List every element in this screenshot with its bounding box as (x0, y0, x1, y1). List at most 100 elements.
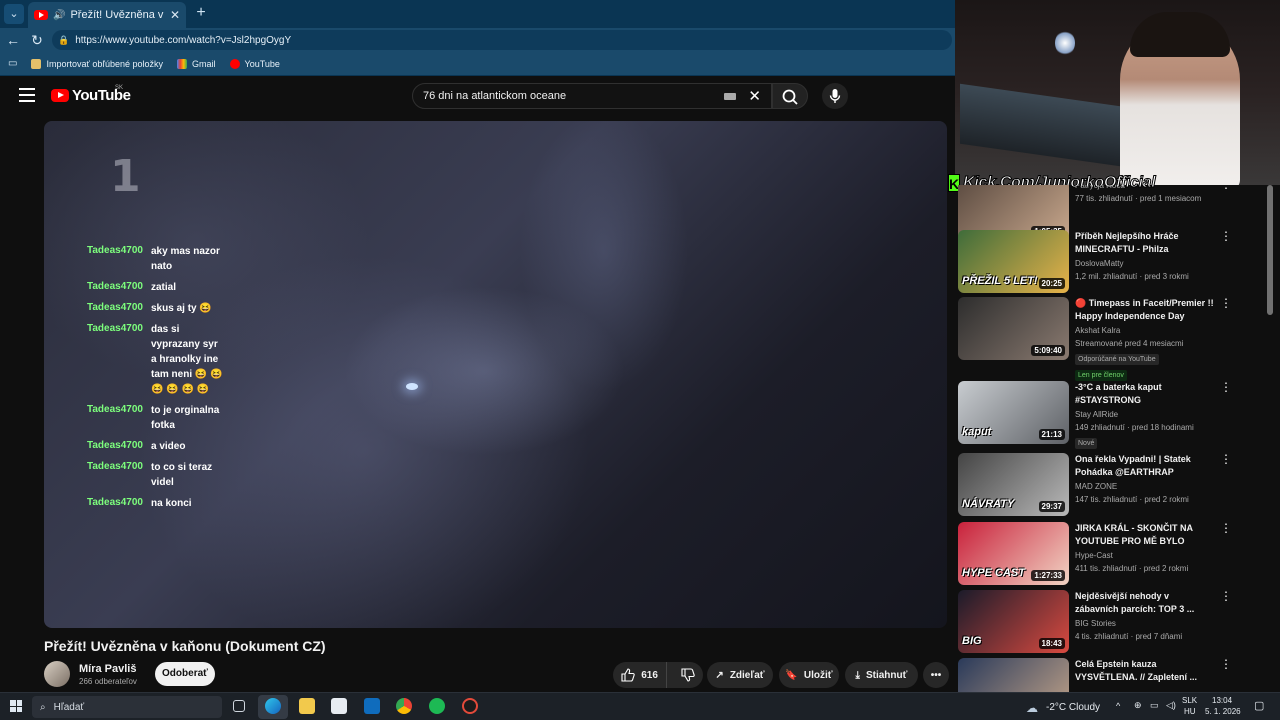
tab-close-icon[interactable]: ✕ (170, 8, 180, 22)
video-badge: Nové (1075, 438, 1098, 449)
video-card-channel[interactable]: Akshat Kalra (1075, 326, 1215, 335)
recommended-video[interactable]: NÁVRATY 29:37 Ona řekla Vypadni! | Statek … (958, 453, 1268, 519)
chat-username[interactable]: Tadeas4700 (87, 280, 151, 295)
reading-view-icon[interactable]: ▭ (8, 58, 17, 69)
more-vertical-icon[interactable]: ⋮ (1220, 590, 1232, 602)
recommended-video[interactable]: Celá Epstein kauza VYSVĚTLENA. // Zaplet… (958, 658, 1268, 692)
share-button[interactable]: ↗ Zdieľať (707, 662, 773, 688)
more-vertical-icon[interactable]: ⋮ (1220, 453, 1232, 465)
video-thumbnail[interactable]: HYPE CAST 1:27:33 (958, 522, 1069, 585)
bookmark-youtube[interactable]: YouTube (229, 58, 280, 69)
chrome-icon[interactable] (396, 698, 412, 714)
keyboard-icon[interactable] (724, 92, 737, 100)
like-button[interactable]: 616 (613, 662, 668, 688)
channel-name[interactable]: Míra Pavliš (79, 663, 136, 675)
video-card-channel[interactable]: Stay AllRide (1075, 410, 1215, 419)
search-button[interactable] (772, 83, 808, 109)
video-card-channel[interactable]: BIG Stories (1075, 619, 1215, 628)
video-card-title[interactable]: -3°C a baterka kaput #STAYSTRONG (1075, 381, 1215, 407)
back-arrow-icon[interactable]: ← (4, 31, 22, 49)
network-icon[interactable]: ▭ (1150, 700, 1159, 711)
lang-layout[interactable]: HU (1184, 707, 1196, 716)
more-vertical-icon[interactable]: ⋮ (1220, 381, 1232, 393)
video-card-title[interactable]: 🔴 Timepass in Faceit/Premier !! Happy In… (1075, 297, 1215, 323)
video-card-title[interactable]: Celá Epstein kauza VYSVĚTLENA. // Zaplet… (1075, 658, 1215, 684)
chat-username[interactable]: Tadeas4700 (87, 496, 151, 511)
subscribe-button[interactable]: Odoberať (155, 662, 215, 686)
obs-icon[interactable] (462, 698, 478, 714)
recommended-video[interactable]: BIG 18:43 Nejděsivější nehody v zábavních … (958, 590, 1268, 656)
chat-text: to je orginalna fotka (151, 405, 220, 431)
bookmark-gmail[interactable]: Gmail (177, 58, 216, 69)
tab-actions-chevron-icon[interactable]: ⌄ (4, 4, 24, 24)
recommended-video[interactable]: HYPE CAST 1:27:33 JIRKA KRÁL - SKONČIT NA … (958, 522, 1268, 588)
browser-tab[interactable]: 🔊 Přežít! Uvězněna v kaňonu (D ✕ (28, 2, 186, 28)
new-tab-icon[interactable]: + (192, 4, 210, 22)
video-card-title[interactable]: Příběh Nejlepšího Hráče MINECRAFTU - Phi… (1075, 230, 1215, 256)
menu-icon[interactable] (19, 88, 35, 102)
volume-icon[interactable]: ◁) (1166, 700, 1176, 711)
save-button[interactable]: 🔖 Uložiť (779, 662, 839, 688)
spotify-icon[interactable] (429, 698, 445, 714)
download-button[interactable]: ⤓ Stiahnuť (845, 662, 918, 688)
file-explorer-icon[interactable] (299, 698, 315, 714)
outlook-icon[interactable] (364, 698, 380, 714)
channel-avatar[interactable] (44, 661, 70, 687)
streamer-hair (1130, 12, 1230, 57)
chat-username[interactable]: Tadeas4700 (87, 244, 151, 274)
video-card-title[interactable]: Nejděsivější nehody v zábavních parcích:… (1075, 590, 1215, 616)
recommended-video[interactable]: 5:09:40 🔴 Timepass in Faceit/Premier !! H… (958, 297, 1268, 381)
more-vertical-icon[interactable]: ⋮ (1220, 297, 1232, 309)
windows-start-icon[interactable] (10, 700, 22, 712)
chat-username[interactable]: Tadeas4700 (87, 439, 151, 454)
video-card-channel[interactable]: MAD ZONE (1075, 482, 1215, 491)
video-thumbnail[interactable] (958, 658, 1069, 692)
more-actions-button[interactable]: ••• (923, 662, 949, 688)
recommended-video[interactable]: kaput 21:13 -3°C a baterka kaput #STAYSTRO… (958, 381, 1268, 449)
chat-username[interactable]: Tadeas4700 (87, 322, 151, 397)
weather-text[interactable]: -2°C Cloudy (1046, 702, 1100, 713)
task-view-icon[interactable] (233, 700, 245, 712)
store-icon[interactable] (331, 698, 347, 714)
tray-chevron-icon[interactable]: ^ (1116, 701, 1120, 711)
thumbnail-text: PŘEŽIL 5 LET! (962, 275, 1038, 287)
clear-search-icon[interactable]: ✕ (748, 87, 761, 105)
notification-icon[interactable]: ▢ (1254, 699, 1264, 712)
video-card-channel[interactable]: Hype-Cast (1075, 551, 1215, 560)
more-vertical-icon[interactable]: ⋮ (1220, 658, 1232, 670)
chat-username[interactable]: Tadeas4700 (87, 460, 151, 490)
more-vertical-icon[interactable]: ⋮ (1220, 185, 1232, 190)
video-thumbnail[interactable]: PŘEŽIL 5 LET! 20:25 (958, 230, 1069, 293)
chat-username[interactable]: Tadeas4700 (87, 301, 151, 316)
scroll-thumb[interactable] (1267, 185, 1273, 315)
video-thumbnail[interactable]: kaput 21:13 (958, 381, 1069, 444)
video-thumbnail[interactable]: 5:09:40 (958, 297, 1069, 360)
youtube-header: YouTube SK 76 dni na atlantickom oceane … (0, 76, 955, 116)
speaker-icon[interactable]: 🔊 (53, 10, 65, 21)
clock-time[interactable]: 13:04 (1212, 696, 1232, 705)
taskbar-search[interactable]: ⌕ Hľadať (32, 696, 222, 718)
video-card-channel[interactable]: Patrycja Hoca (1075, 185, 1215, 190)
video-card-title[interactable]: Ona řekla Vypadni! | Statek Pohádka @EAR… (1075, 453, 1215, 479)
search-input[interactable]: 76 dni na atlantickom oceane ✕ (412, 83, 772, 109)
refresh-icon[interactable]: ↻ (28, 31, 46, 49)
language-icon[interactable]: ⊕ (1134, 700, 1142, 711)
lang-code[interactable]: SLK (1182, 696, 1197, 705)
video-thumbnail[interactable]: NÁVRATY 29:37 (958, 453, 1069, 516)
video-thumbnail[interactable]: BIG 18:43 (958, 590, 1069, 653)
url-input[interactable]: 🔒 https://www.youtube.com/watch?v=Jsl2hp… (52, 30, 952, 50)
voice-search-button[interactable] (822, 83, 848, 109)
more-vertical-icon[interactable]: ⋮ (1220, 230, 1232, 242)
edge-icon[interactable] (265, 698, 281, 714)
bookmark-import[interactable]: Importovať obľúbené položky (31, 58, 163, 69)
thumbnail-text: HYPE CAST (962, 567, 1025, 579)
recommended-video[interactable]: PŘEŽIL 5 LET! 20:25 Příběh Nejlepšího Hráč… (958, 230, 1268, 296)
chat-username[interactable]: Tadeas4700 (87, 403, 151, 433)
video-card-channel[interactable]: DoslovaMatty (1075, 259, 1215, 268)
video-card-stats: 149 zhliadnutí · pred 18 hodinami (1075, 423, 1194, 432)
video-card-title[interactable]: JIRKA KRÁL - SKONČIT NA YOUTUBE PRO MĚ B… (1075, 522, 1215, 548)
sidebar-scrollbar[interactable] (1267, 185, 1273, 692)
more-vertical-icon[interactable]: ⋮ (1220, 522, 1232, 534)
dislike-button[interactable] (673, 662, 703, 688)
clock-date[interactable]: 5. 1. 2026 (1205, 707, 1241, 716)
